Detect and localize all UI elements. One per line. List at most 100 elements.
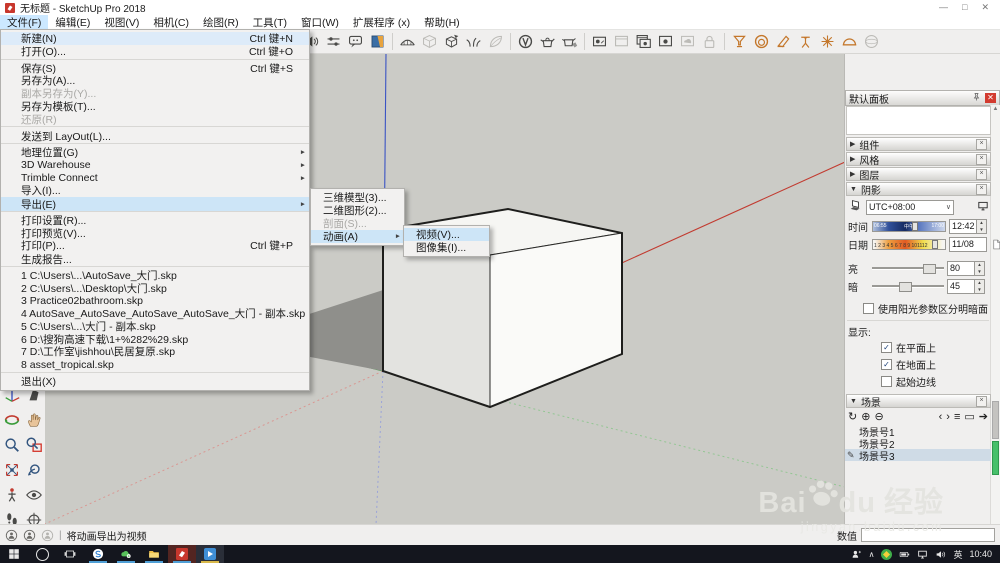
taskbar-browser-icon[interactable] bbox=[84, 545, 112, 563]
taskbar-sketchup-icon[interactable] bbox=[168, 545, 196, 563]
menubar-item[interactable]: 编辑(E) bbox=[48, 15, 97, 29]
close-section-icon[interactable]: × bbox=[976, 168, 987, 180]
lock-icon[interactable] bbox=[699, 32, 720, 52]
scroll-up-icon[interactable]: ▲ bbox=[991, 106, 1000, 112]
vray-cone-light-icon[interactable] bbox=[773, 32, 794, 52]
file-menu-item[interactable]: 发送到 LayOut(L)... ► bbox=[1, 129, 309, 145]
soften-edges-icon[interactable] bbox=[419, 32, 440, 52]
vray-omni-light-icon[interactable] bbox=[817, 32, 838, 52]
batch-render-icon[interactable] bbox=[655, 32, 676, 52]
pan-tool-icon[interactable] bbox=[23, 407, 45, 432]
dark-spinner[interactable]: ▲ ▼ bbox=[974, 280, 984, 293]
view-list-icon[interactable]: ≡ bbox=[954, 411, 960, 423]
menubar-item[interactable]: 扩展程序 (x) bbox=[346, 15, 417, 29]
scene-list-item[interactable]: ✎ 场景号3 bbox=[845, 449, 991, 463]
instructor-panel-icon[interactable] bbox=[367, 32, 388, 52]
menubar-item[interactable]: 相机(C) bbox=[146, 15, 196, 29]
scenes-scrollbar-thumb[interactable] bbox=[992, 441, 999, 475]
section-components[interactable]: ▶ 组件 × bbox=[846, 137, 991, 152]
display-checkbox[interactable] bbox=[881, 359, 892, 370]
render-last-icon[interactable] bbox=[611, 32, 632, 52]
close-section-icon[interactable]: × bbox=[976, 183, 987, 195]
toggle-shadows-icon[interactable] bbox=[848, 198, 863, 216]
chat-bubble-icon[interactable] bbox=[345, 32, 366, 52]
display-checkbox[interactable] bbox=[881, 342, 892, 353]
light-slider[interactable] bbox=[872, 263, 944, 274]
maximize-button[interactable]: □ bbox=[962, 2, 967, 13]
animation-submenu-item[interactable]: 图像集(I)... bbox=[404, 241, 489, 254]
task-view-button[interactable] bbox=[56, 545, 84, 563]
taskbar-cloud-app-icon[interactable] bbox=[112, 545, 140, 563]
date-slider[interactable]: 1 2 3 4 5 6 7 8 9 101112 bbox=[872, 239, 946, 250]
sign-in-icon[interactable] bbox=[41, 529, 54, 542]
menubar-item[interactable]: 绘图(R) bbox=[196, 15, 246, 29]
scene-options-icon[interactable]: ➔ bbox=[979, 410, 988, 423]
leaf-icon[interactable] bbox=[485, 32, 506, 52]
time-value-field[interactable]: 12:42 ▲ ▼ bbox=[949, 219, 987, 234]
calendar-button[interactable] bbox=[990, 238, 1000, 251]
zoom-tool-icon[interactable] bbox=[1, 432, 23, 457]
menubar-item[interactable]: 帮助(H) bbox=[417, 15, 467, 29]
time-slider[interactable]: 06:55 中午 17:00 bbox=[872, 221, 946, 232]
section-styles[interactable]: ▶ 风格 × bbox=[846, 152, 991, 167]
file-menu-item[interactable]: 2 C:\Users\...\Desktop\大门.skp ► bbox=[1, 282, 309, 295]
vray-logo-icon[interactable] bbox=[515, 32, 536, 52]
orbit-tool-icon[interactable] bbox=[1, 407, 23, 432]
vray-spot-light-icon[interactable] bbox=[795, 32, 816, 52]
export-submenu-item[interactable]: 动画(A) ► bbox=[311, 229, 404, 243]
vray-interactive-render-icon[interactable] bbox=[559, 32, 580, 52]
section-scenes[interactable]: ▼ 场景 × bbox=[846, 394, 991, 409]
zoom-extents-tool-icon[interactable] bbox=[1, 457, 23, 482]
cloud-render-icon[interactable] bbox=[677, 32, 698, 52]
vray-sphere-light-icon[interactable] bbox=[861, 32, 882, 52]
shadow-display-icon[interactable] bbox=[977, 200, 989, 215]
explode-box-icon[interactable] bbox=[441, 32, 462, 52]
geolocation-icon[interactable] bbox=[5, 529, 18, 542]
time-slider-handle[interactable] bbox=[912, 222, 919, 231]
vray-dome-light-icon[interactable] bbox=[751, 32, 772, 52]
section-shadows[interactable]: ▼ 阴影 × bbox=[846, 182, 991, 197]
timezone-select[interactable]: UTC+08:00 ∨ bbox=[866, 199, 954, 215]
display-tray-icon[interactable] bbox=[917, 549, 928, 560]
zoom-window-tool-icon[interactable] bbox=[23, 432, 45, 457]
file-menu-item[interactable]: 还原(R) ► bbox=[1, 112, 309, 128]
move-scene-left-icon[interactable]: ‹ bbox=[939, 411, 943, 423]
previous-view-tool-icon[interactable] bbox=[23, 457, 45, 482]
file-menu-item[interactable]: 另存为模板(T)... ► bbox=[1, 100, 309, 113]
file-menu-item[interactable]: 打印(P)... Ctrl 键+P ► bbox=[1, 240, 309, 252]
menubar-item[interactable]: 视图(V) bbox=[97, 15, 146, 29]
date-slider-handle[interactable] bbox=[932, 240, 939, 249]
dark-slider[interactable] bbox=[872, 281, 944, 292]
menubar-item[interactable]: 文件(F) bbox=[0, 15, 49, 29]
file-menu-item[interactable]: 7 D:\工作室\jishhou\民居复原.skp ► bbox=[1, 345, 309, 358]
menubar-item[interactable]: 窗口(W) bbox=[294, 15, 346, 29]
file-menu-item[interactable]: 生成报告... ► bbox=[1, 252, 309, 268]
panel-scrollbar[interactable]: ▲ bbox=[990, 105, 1000, 525]
close-button[interactable]: ✕ bbox=[981, 2, 989, 13]
close-section-icon[interactable]: × bbox=[976, 395, 987, 407]
vray-asset-editor-icon[interactable] bbox=[537, 32, 558, 52]
battery-icon[interactable] bbox=[899, 549, 910, 560]
tray-expand-icon[interactable]: ∧ bbox=[869, 550, 875, 559]
dark-value-field[interactable]: 45 ▲ ▼ bbox=[947, 279, 985, 294]
file-menu-item[interactable]: 地理位置(G) ► bbox=[1, 146, 309, 159]
file-menu-item[interactable]: 3D Warehouse ► bbox=[1, 159, 309, 172]
position-camera-tool-icon[interactable] bbox=[1, 482, 23, 507]
taskbar-explorer-icon[interactable] bbox=[140, 545, 168, 563]
section-layers[interactable]: ▶ 图层 × bbox=[846, 167, 991, 182]
file-menu-item[interactable]: 8 asset_tropical.skp ► bbox=[1, 358, 309, 374]
file-menu-item[interactable]: 退出(X) ► bbox=[1, 375, 309, 388]
show-details-icon[interactable]: ▭ bbox=[964, 410, 974, 423]
sandbox-terrain-icon[interactable] bbox=[397, 32, 418, 52]
vegetation-icon[interactable] bbox=[463, 32, 484, 52]
panel-close-button[interactable]: ✕ bbox=[985, 93, 996, 103]
file-menu-item[interactable]: 新建(N) Ctrl 键+N ► bbox=[1, 32, 309, 45]
time-spinner[interactable]: ▲ ▼ bbox=[976, 220, 986, 233]
look-around-tool-icon[interactable] bbox=[23, 482, 45, 507]
vray-ies-light-icon[interactable] bbox=[839, 32, 860, 52]
menubar-item[interactable]: 工具(T) bbox=[246, 15, 294, 29]
people-icon[interactable] bbox=[851, 549, 862, 560]
pin-icon[interactable] bbox=[971, 92, 981, 105]
start-button[interactable] bbox=[0, 545, 28, 563]
date-value-field[interactable]: 11/08 bbox=[949, 237, 987, 252]
